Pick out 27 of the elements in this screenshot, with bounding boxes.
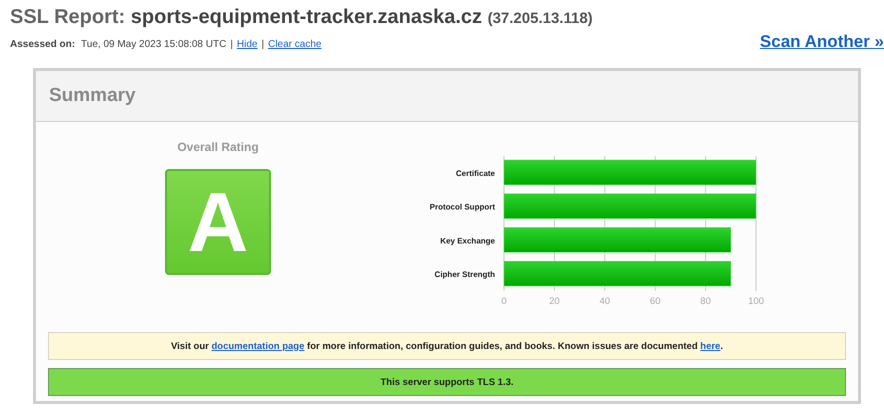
notice-link[interactable]: documentation page (211, 340, 304, 352)
notice-text: Visit our documentation page for more information, configuration guides, and books. Known issues are documented here. (171, 340, 723, 352)
summary-title: Summary (49, 85, 136, 107)
rating-label: Overall Rating (177, 140, 259, 154)
page-title: SSL Report: (10, 6, 126, 28)
notice-link[interactable]: here (700, 340, 720, 352)
category-label: Cipher Strength (434, 270, 495, 280)
assessed-label: Assessed on: (10, 39, 76, 50)
category-label: Protocol Support (430, 202, 495, 212)
separator: | (262, 39, 264, 50)
ip-address: (37.205.13.118) (488, 10, 593, 27)
clear-cache-link[interactable]: Clear cache (268, 39, 322, 50)
tick-label: 100 (748, 296, 764, 307)
grade-badge: A (165, 169, 271, 275)
notice-text: This server supports TLS 1.3. (380, 376, 514, 388)
tick-label: 0 (501, 296, 507, 307)
hide-link[interactable]: Hide (236, 39, 258, 50)
tick-label: 40 (600, 296, 610, 307)
tick-label: 20 (549, 296, 560, 307)
hostname: sports-equipment-tracker.zanaska.cz (130, 6, 482, 28)
assessed-date: Tue, 09 May 2023 15:08:08 UTC (81, 39, 226, 50)
category-label: Key Exchange (440, 236, 495, 246)
tick-label: 60 (650, 296, 660, 307)
tick-label: 80 (700, 296, 711, 307)
scan-another-link[interactable]: Scan Another » (760, 32, 884, 52)
separator: | (230, 39, 233, 50)
category-label: Certificate (456, 168, 495, 178)
